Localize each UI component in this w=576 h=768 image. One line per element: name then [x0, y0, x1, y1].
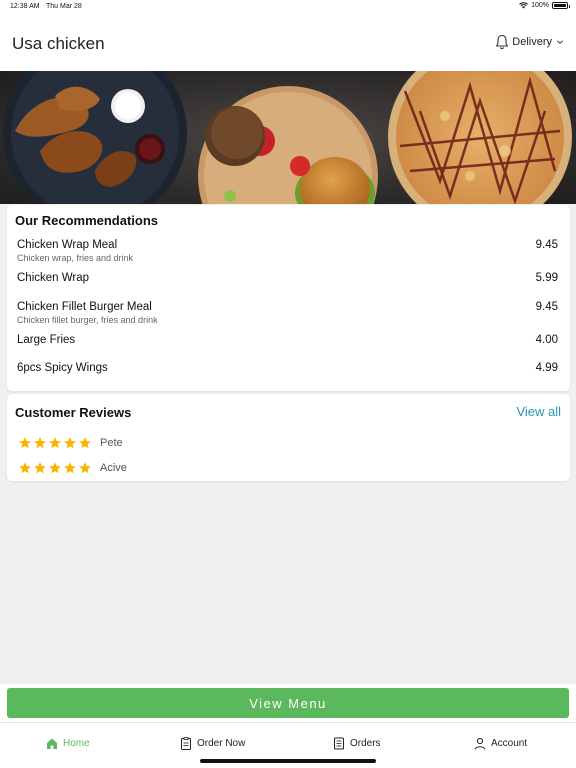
menu-item[interactable]: Chicken Wrap 5.99 — [17, 272, 558, 284]
menu-item-price: 5.99 — [535, 272, 558, 284]
menu-item-price: 4.00 — [535, 334, 558, 346]
tab-order-now-label: Order Now — [197, 738, 246, 749]
menu-item[interactable]: Large Fries 4.00 — [17, 334, 558, 346]
battery-icon — [552, 2, 570, 9]
menu-item-price: 9.45 — [535, 301, 558, 313]
menu-item[interactable]: Chicken Wrap Meal Chicken wrap, fries an… — [17, 239, 558, 263]
delivery-selector[interactable]: Delivery — [512, 36, 564, 48]
delivery-label: Delivery — [512, 36, 552, 48]
wifi-icon — [519, 2, 528, 9]
store-title: Usa chicken — [12, 34, 105, 53]
menu-item-name: 6pcs Spicy Wings — [17, 362, 108, 374]
reviews-card: Customer Reviews View all Pete Acive — [7, 394, 570, 481]
status-date: Thu Mar 28 — [46, 3, 82, 10]
tab-orders-label: Orders — [350, 738, 381, 749]
home-indicator — [200, 759, 376, 763]
tab-orders[interactable]: Orders — [333, 737, 381, 750]
receipt-icon — [334, 737, 344, 750]
star-icon — [64, 437, 76, 449]
menu-item-name: Chicken Wrap — [17, 272, 90, 284]
tab-home-label: Home — [63, 738, 90, 749]
tab-account-label: Account — [491, 738, 528, 749]
view-all-link[interactable]: View all — [516, 404, 561, 419]
star-icon — [19, 462, 31, 474]
review-row: Acive — [18, 461, 127, 475]
star-icon — [34, 437, 46, 449]
tab-order-now[interactable]: Order Now — [180, 737, 245, 750]
bell-icon[interactable] — [495, 34, 509, 50]
chevron-down-icon — [557, 40, 563, 45]
person-icon — [474, 737, 486, 750]
star-icon — [34, 462, 46, 474]
view-menu-button[interactable]: View Menu — [7, 688, 569, 718]
review-row: Pete — [18, 436, 123, 450]
menu-item-name: Chicken Wrap Meal — [17, 239, 118, 251]
menu-item-name: Chicken Fillet Burger Meal — [17, 301, 152, 313]
menu-item-name: Large Fries — [17, 334, 76, 346]
reviewer-name: Acive — [100, 462, 127, 474]
reviewer-name: Pete — [100, 437, 123, 449]
menu-item-description: Chicken fillet burger, fries and drink — [17, 315, 158, 325]
menu-item-price: 4.99 — [535, 362, 558, 374]
bottom-area: View Menu Home Order Now Orders Account — [0, 684, 576, 768]
star-rating — [18, 436, 92, 450]
star-icon — [49, 437, 61, 449]
menu-item-description: Chicken wrap, fries and drink — [17, 253, 134, 263]
star-icon — [19, 437, 31, 449]
recommendations-card: Our Recommendations Chicken Wrap Meal Ch… — [7, 205, 570, 391]
recommendations-title: Our Recommendations — [15, 213, 159, 228]
star-icon — [79, 462, 91, 474]
menu-item-price: 9.45 — [535, 239, 558, 251]
app-header: Usa chicken Delivery — [0, 14, 576, 71]
status-time: 12:38 AM — [10, 3, 40, 10]
food-banner-image — [0, 71, 576, 204]
clipboard-icon — [181, 737, 191, 750]
reviews-title: Customer Reviews — [15, 405, 132, 420]
star-icon — [64, 462, 76, 474]
divider — [0, 722, 576, 723]
menu-item[interactable]: 6pcs Spicy Wings 4.99 — [17, 362, 558, 374]
tab-home[interactable]: Home — [46, 737, 90, 750]
status-bar: 12:38 AM Thu Mar 28 100% — [0, 0, 576, 14]
status-right: 100% — [519, 2, 570, 9]
home-icon — [47, 738, 57, 749]
menu-item[interactable]: Chicken Fillet Burger Meal Chicken fille… — [17, 301, 558, 325]
star-icon — [79, 437, 91, 449]
star-rating — [18, 461, 92, 475]
battery-percent: 100% — [531, 2, 549, 9]
tab-account[interactable]: Account — [474, 737, 527, 750]
star-icon — [49, 462, 61, 474]
